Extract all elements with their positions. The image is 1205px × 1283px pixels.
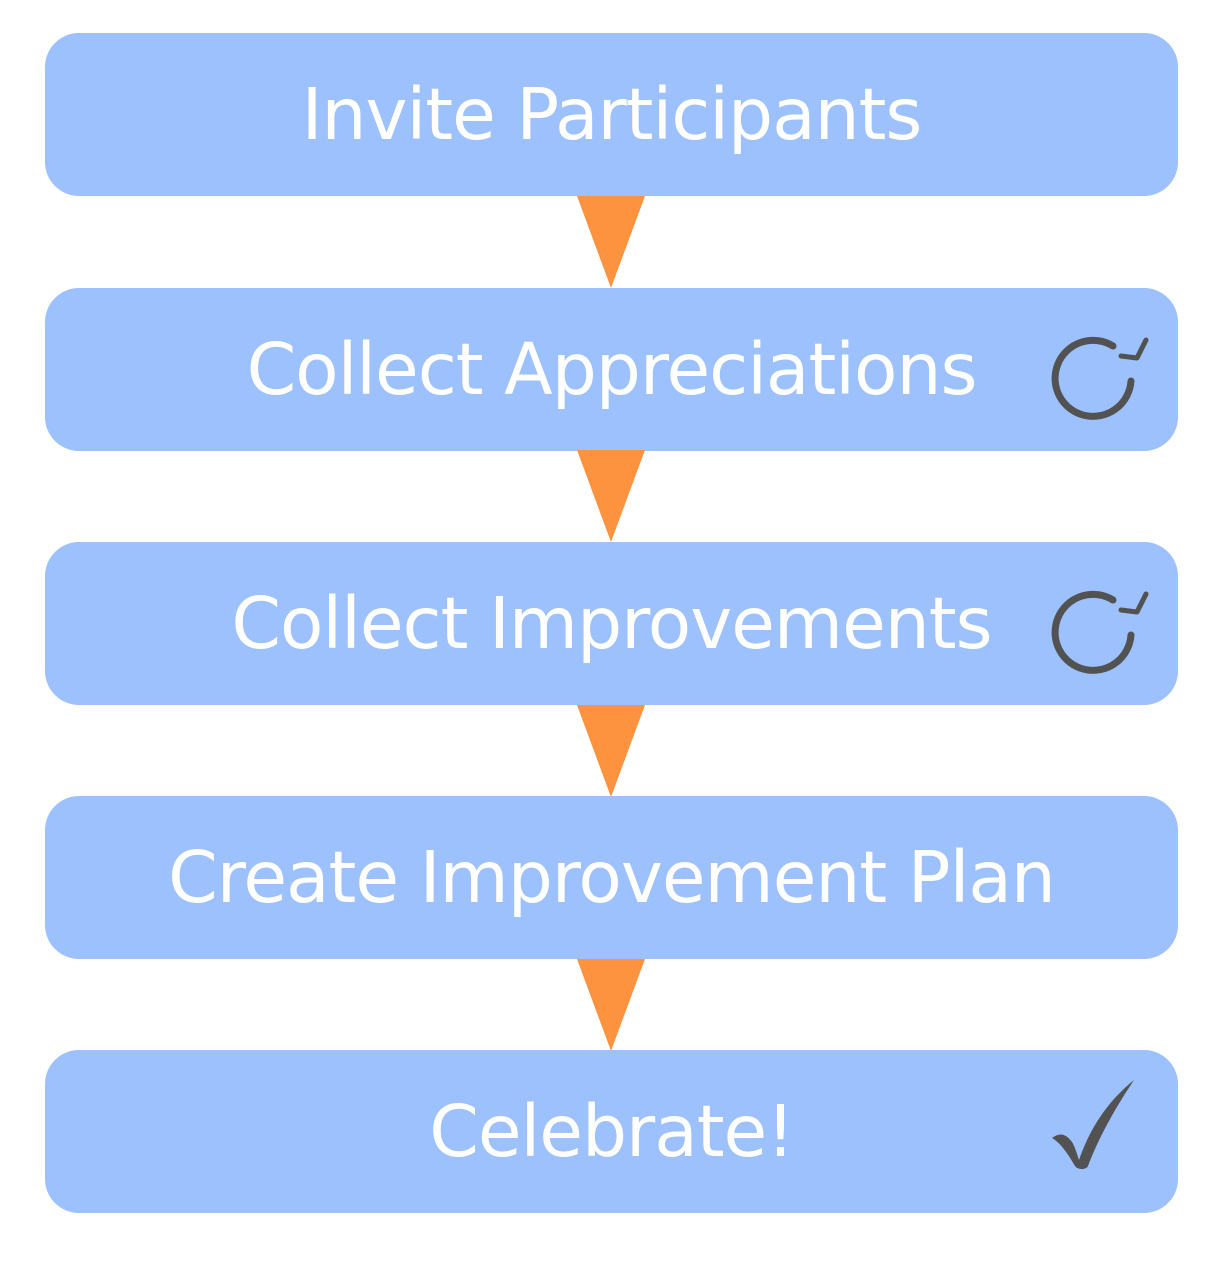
down-arrow-connector: [577, 196, 645, 288]
process-flow: Invite Participants Collect Appreciation…: [0, 0, 1205, 1283]
step-create-improvement-plan: Create Improvement Plan: [45, 796, 1178, 959]
repeat-icon: [1051, 590, 1149, 674]
down-arrow-connector: [577, 959, 645, 1051]
step-celebrate: Celebrate!: [45, 1050, 1178, 1213]
step-label: Collect Appreciations: [246, 328, 978, 411]
check-icon: [1052, 1080, 1134, 1169]
step-label: Invite Participants: [301, 73, 923, 156]
step-label: Celebrate!: [429, 1090, 794, 1173]
down-arrow-connector: [577, 450, 645, 542]
step-invite-participants: Invite Participants: [45, 33, 1178, 196]
repeat-icon: [1051, 336, 1149, 420]
step-collect-improvements: Collect Improvements: [45, 542, 1178, 705]
step-label: Collect Improvements: [231, 582, 992, 665]
step-collect-appreciations: Collect Appreciations: [45, 288, 1178, 451]
down-arrow-connector: [577, 705, 645, 797]
step-label: Create Improvement Plan: [168, 836, 1056, 919]
